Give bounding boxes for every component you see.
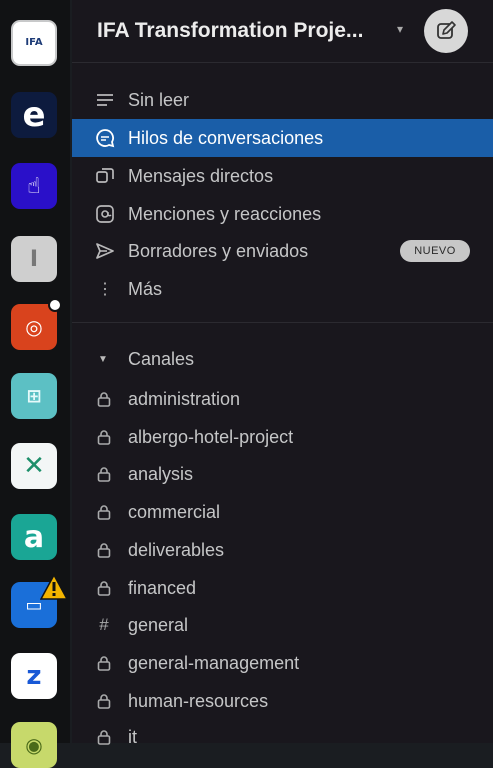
channel-name: general-management [128, 652, 300, 673]
ifa-workspace-icon[interactable]: IFA [11, 20, 57, 66]
nav-label: Borradores y enviados [128, 240, 309, 261]
channel-item-general[interactable]: # general [72, 606, 493, 644]
hash-icon: # [99, 615, 109, 634]
more-icon: ⋮ [97, 281, 113, 298]
channel-item-commercial[interactable]: commercial [72, 493, 493, 531]
nav-label: Menciones y reacciones [128, 203, 322, 224]
orange-workspace-icon[interactable]: ◎ [11, 304, 57, 350]
channel-name: it [128, 726, 137, 747]
lock-icon [94, 502, 114, 522]
nav-label: Más [128, 278, 163, 299]
channel-name: albergo-hotel-project [128, 426, 294, 447]
nav-more[interactable]: ⋮ Más [72, 270, 493, 308]
nav-drafts-sent[interactable]: Borradores y enviados NUEVO [72, 232, 493, 270]
send-icon [94, 240, 116, 262]
channel-name: commercial [128, 501, 221, 522]
divider [72, 322, 493, 323]
chevron-down-icon[interactable]: ▾ [397, 22, 403, 36]
z-workspace-icon[interactable]: z [11, 653, 57, 699]
notification-dot-icon [48, 298, 62, 312]
grid-workspace-icon[interactable]: ⊞ [11, 373, 57, 419]
ifa-logo-text: IFA [25, 37, 43, 48]
nav-label: Sin leer [128, 89, 190, 110]
nav-label: Hilos de conversaciones [128, 127, 324, 148]
channel-name: general [128, 614, 189, 635]
channel-item-it[interactable]: it [72, 718, 493, 756]
nav-mentions[interactable]: Menciones y reacciones [72, 195, 493, 233]
x-workspace-icon[interactable]: ✕ [11, 443, 57, 489]
channel-item-administration[interactable]: administration [72, 380, 493, 418]
channel-item-general-management[interactable]: general-management [72, 644, 493, 682]
channel-name: administration [128, 388, 241, 409]
i-workspace-icon[interactable]: I [11, 236, 57, 282]
nav-direct-messages[interactable]: Mensajes directos [72, 157, 493, 195]
warning-icon [40, 574, 68, 600]
nav-label: Mensajes directos [128, 165, 274, 186]
lock-icon [94, 464, 114, 484]
channel-item-analysis[interactable]: analysis [72, 455, 493, 493]
new-badge: NUEVO [400, 240, 470, 262]
e-workspace-icon[interactable]: e [11, 92, 57, 138]
channel-item-financed[interactable]: financed [72, 569, 493, 607]
nav-unread[interactable]: Sin leer [72, 81, 493, 119]
lock-icon [94, 691, 114, 711]
channel-name: analysis [128, 463, 194, 484]
channels-section-header[interactable]: ▼ Canales [72, 340, 493, 378]
a-workspace-icon[interactable]: a [11, 514, 57, 560]
channel-name: financed [128, 577, 197, 598]
lock-icon [94, 727, 114, 747]
compose-icon [437, 21, 456, 39]
lock-icon [94, 540, 114, 560]
caret-down-icon: ▼ [98, 353, 108, 365]
nav-threads[interactable]: Hilos de conversaciones [72, 119, 493, 157]
lock-icon [94, 427, 114, 447]
workspace-rail: IFA e ☝ I ◎ ⊞ ✕ a ▭ z ◉ [0, 0, 70, 768]
compose-button[interactable] [424, 9, 468, 53]
channel-name: deliverables [128, 539, 225, 560]
channel-sidebar: IFA Transformation Proje... ▾ Sin leer H… [72, 0, 493, 747]
mentions-icon [94, 203, 116, 225]
channel-item-deliverables[interactable]: deliverables [72, 531, 493, 569]
lock-icon [94, 389, 114, 409]
workspace-header: IFA Transformation Proje... ▾ [72, 0, 493, 63]
lock-icon [94, 653, 114, 673]
channel-item-albergo-hotel-project[interactable]: albergo-hotel-project [72, 418, 493, 456]
channel-name: human-resources [128, 690, 269, 711]
workspace-name[interactable]: IFA Transformation Proje... [97, 19, 363, 43]
green-workspace-icon[interactable]: ◉ [11, 722, 57, 768]
unread-icon [94, 89, 116, 111]
hand-workspace-icon[interactable]: ☝ [11, 163, 57, 209]
direct-messages-icon [94, 165, 116, 187]
section-label: Canales [128, 348, 195, 369]
lock-icon [94, 578, 114, 598]
channel-item-human-resources[interactable]: human-resources [72, 682, 493, 720]
threads-icon [94, 127, 116, 149]
